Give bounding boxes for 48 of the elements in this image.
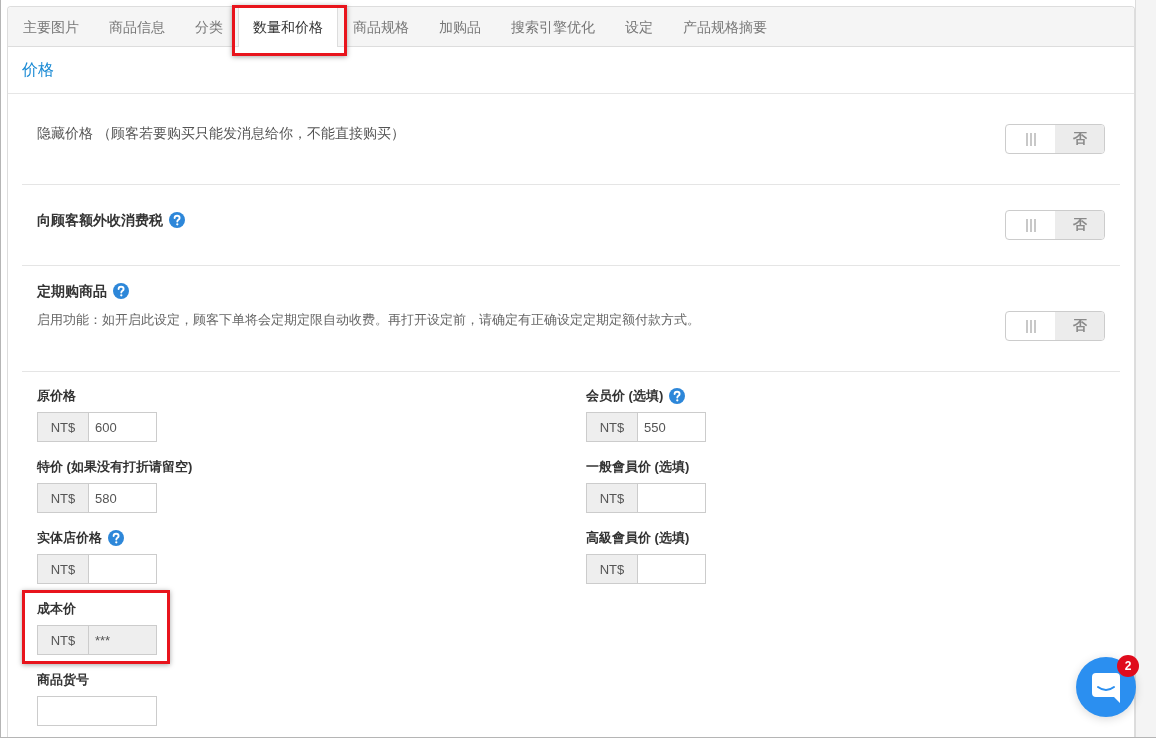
field-label: 高級會員价 (选填) [586,529,690,547]
grip-icon [1025,132,1036,146]
currency-prefix: NT$ [37,483,88,513]
tab[interactable]: 搜索引擎优化 [496,7,610,47]
field-label: 原价格 [37,387,76,405]
setting-label: 定期购商品 [37,282,107,301]
tab[interactable]: 商品信息 [94,7,180,47]
currency-prefix: NT$ [37,554,88,584]
field-label: 一般會員价 (选填) [586,458,690,476]
grip-icon [1025,319,1036,333]
tab[interactable]: 加购品 [424,7,496,47]
help-icon[interactable] [669,388,686,404]
field-label: 商品货号 [37,671,89,689]
currency-prefix: NT$ [586,483,637,513]
chat-button[interactable]: 2 [1076,657,1136,717]
currency-prefix: NT$ [586,412,637,442]
help-icon[interactable] [113,283,129,299]
grip-icon [1025,218,1036,232]
input-field[interactable]: 580 [88,483,157,513]
currency-prefix: NT$ [586,554,637,584]
currency-prefix: NT$ [37,412,88,442]
tab[interactable]: 分类 [180,7,238,47]
tab[interactable]: 产品规格摘要 [668,7,782,47]
toggle-switch[interactable]: 否 [1005,210,1105,240]
help-icon[interactable] [108,530,124,546]
input-field[interactable]: 550 [637,412,706,442]
help-icon[interactable] [169,212,185,228]
setting-description: 启用功能：如开启此设定，顾客下单将会定期定限自动收费。再打开设定前，请确定有正确设定定期定额付款方式。 [37,311,701,329]
input-field[interactable] [88,554,157,584]
setting-label: 隐藏价格 （顾客若要购买只能发消息给你，不能直接购买） [37,124,405,143]
toggle-switch[interactable]: 否 [1005,311,1105,341]
toggle-switch[interactable]: 否 [1005,124,1105,154]
chat-bubble-icon [1092,673,1120,703]
notification-badge: 2 [1117,655,1139,677]
input-field[interactable] [637,554,706,584]
tab[interactable]: 主要图片 [8,7,94,47]
input-field[interactable]: 600 [88,412,157,442]
input-field[interactable] [37,696,157,726]
field-label: 会员价 (选填) [586,387,664,405]
input-field[interactable] [637,483,706,513]
currency-prefix: NT$ [37,625,88,655]
field-label: 特价 (如果没有打折请留空) [37,458,193,476]
setting-label: 向顾客额外收消费税 [37,211,163,230]
tab[interactable]: 商品规格 [338,7,424,47]
field-label: 实体店价格 [37,529,102,547]
section-title: 价格 [22,59,54,80]
tab[interactable]: 设定 [610,7,668,47]
field-label: 成本价 [37,600,76,618]
